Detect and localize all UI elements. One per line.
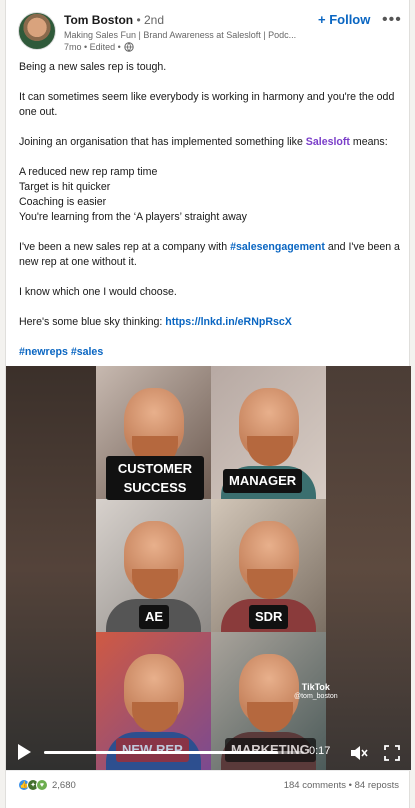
person-beard xyxy=(132,569,178,599)
person-beard xyxy=(247,436,293,466)
list-item: Coaching is easier xyxy=(19,196,107,208)
post-meta: 7mo • Edited • xyxy=(64,42,134,52)
role-label: MANAGER xyxy=(223,469,303,493)
role-label: AE xyxy=(139,605,170,629)
person-beard xyxy=(247,702,293,732)
feed-post: Tom Boston • 2nd Making Sales Fun | Bran… xyxy=(5,0,411,808)
video-controls: 0:17 xyxy=(6,736,411,770)
video-time: 0:17 xyxy=(309,745,331,757)
text-span: I've been a new sales rep at a company w… xyxy=(19,241,231,253)
person-beard xyxy=(132,702,178,732)
connection-degree: • 2nd xyxy=(136,13,165,27)
reposts-count-link[interactable]: 84 reposts xyxy=(355,780,399,791)
author-headline: Making Sales Fun | Brand Awareness at Sa… xyxy=(64,30,297,40)
post-paragraph: It can sometimes seem like everybody is … xyxy=(19,91,395,118)
reactions-summary[interactable]: 👍 ✦ ♥ 2,680 xyxy=(18,779,76,791)
globe-icon xyxy=(124,42,134,52)
company-mention-link[interactable]: Salesloft xyxy=(306,136,350,148)
support-reaction-icon: ♥ xyxy=(36,779,48,791)
video-background-left xyxy=(6,366,96,770)
role-label: SDR xyxy=(249,605,289,629)
comments-reposts: 184 comments • 84 reposts xyxy=(284,780,399,791)
fullscreen-icon[interactable] xyxy=(384,745,400,761)
post-paragraph: Being a new sales rep is tough. xyxy=(19,61,167,73)
hashtag-links[interactable]: #newreps #sales xyxy=(19,346,103,358)
author-name-line: Tom Boston • 2nd xyxy=(64,13,164,27)
person-beard xyxy=(247,569,293,599)
video-frame-grid xyxy=(96,366,326,770)
list-item: A reduced new rep ramp time xyxy=(19,166,158,178)
post-header: Tom Boston • 2nd Making Sales Fun | Bran… xyxy=(6,0,411,56)
video-background-right xyxy=(326,366,411,770)
tiktok-brand: TikTok xyxy=(301,682,330,692)
url-link[interactable]: https://lnkd.in/eRNpRscX xyxy=(165,316,292,328)
separator: • xyxy=(348,780,352,791)
post-time-edited: 7mo • Edited • xyxy=(64,42,121,52)
reactions-count: 2,680 xyxy=(52,779,76,791)
role-label: CUSTOMER SUCCESS xyxy=(106,456,204,500)
list-item: Target is hit quicker xyxy=(19,181,111,193)
social-counts-bar: 👍 ✦ ♥ 2,680 184 comments • 84 reposts xyxy=(6,770,411,808)
mute-icon[interactable] xyxy=(350,745,368,761)
post-paragraph: Joining an organisation that has impleme… xyxy=(19,135,404,150)
tiktok-handle: @tom_boston xyxy=(294,693,338,700)
tiktok-watermark: TikTok @tom_boston xyxy=(294,682,338,702)
more-options-button[interactable]: ••• xyxy=(382,11,402,29)
hashtag-link[interactable]: #salesengagement xyxy=(230,241,325,253)
post-text: Being a new sales rep is tough. It can s… xyxy=(19,60,404,375)
video-progress-bar[interactable] xyxy=(44,751,304,754)
follow-button[interactable]: + Follow xyxy=(318,12,370,27)
text-span: means: xyxy=(349,136,388,148)
comments-count-link[interactable]: 184 comments xyxy=(284,780,346,791)
post-paragraph: Here's some blue sky thinking: https://l… xyxy=(19,315,404,330)
text-span: Here's some blue sky thinking: xyxy=(19,316,166,328)
text-span: Joining an organisation that has impleme… xyxy=(19,136,306,148)
post-paragraph: I know which one I would choose. xyxy=(19,286,177,298)
benefit-list: A reduced new rep ramp time Target is hi… xyxy=(19,165,404,225)
list-item: You're learning from the ‘A players’ str… xyxy=(19,211,247,223)
post-hashtags: #newreps #sales xyxy=(19,345,404,360)
video-progress-fill xyxy=(44,751,278,754)
author-name[interactable]: Tom Boston xyxy=(64,13,133,27)
post-paragraph: I've been a new sales rep at a company w… xyxy=(19,240,404,270)
play-icon[interactable] xyxy=(18,744,31,760)
video-player[interactable]: CUSTOMER SUCCESS MANAGER AE SDR NEW REP … xyxy=(6,366,411,770)
author-avatar[interactable] xyxy=(18,12,56,50)
